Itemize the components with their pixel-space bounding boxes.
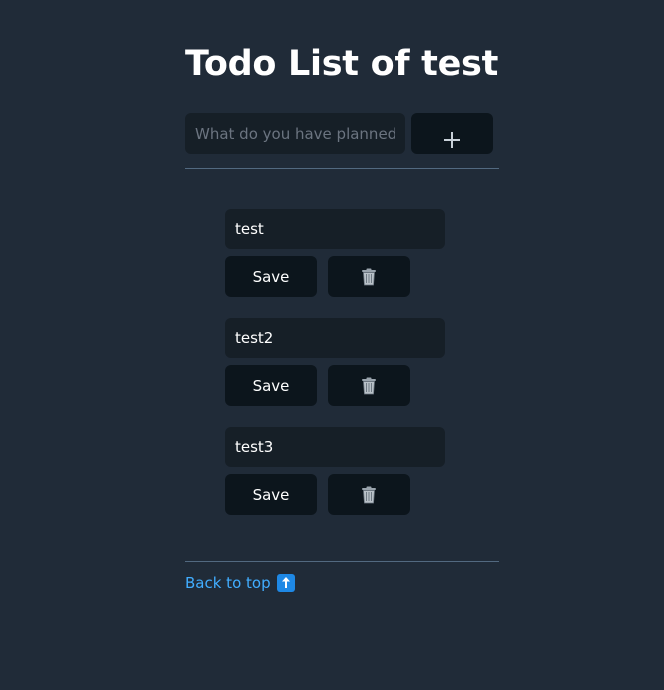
page-title: Todo List of test (185, 44, 498, 84)
todo-item: Save (225, 427, 485, 536)
todo-text-input[interactable] (225, 318, 445, 358)
delete-button[interactable] (328, 256, 410, 297)
trash-icon (362, 486, 376, 503)
back-to-top-label: Back to top (185, 574, 271, 592)
todo-item: Save (225, 318, 485, 427)
save-button[interactable]: Save (225, 474, 317, 515)
new-todo-form (185, 113, 499, 154)
trash-icon (362, 377, 376, 394)
todo-item: Save (225, 209, 485, 318)
todo-list: Save Save (225, 209, 485, 536)
delete-button[interactable] (328, 474, 410, 515)
trash-icon (362, 268, 376, 285)
plus-icon (444, 131, 460, 148)
new-todo-input[interactable] (185, 113, 405, 154)
save-button[interactable]: Save (225, 256, 317, 297)
add-todo-button[interactable] (411, 113, 493, 154)
divider-top (185, 168, 499, 169)
divider-bottom (185, 561, 499, 562)
back-to-top-link[interactable]: Back to top (185, 574, 295, 592)
delete-button[interactable] (328, 365, 410, 406)
up-arrow-icon (276, 574, 295, 592)
todo-text-input[interactable] (225, 427, 445, 467)
todo-text-input[interactable] (225, 209, 445, 249)
save-button[interactable]: Save (225, 365, 317, 406)
